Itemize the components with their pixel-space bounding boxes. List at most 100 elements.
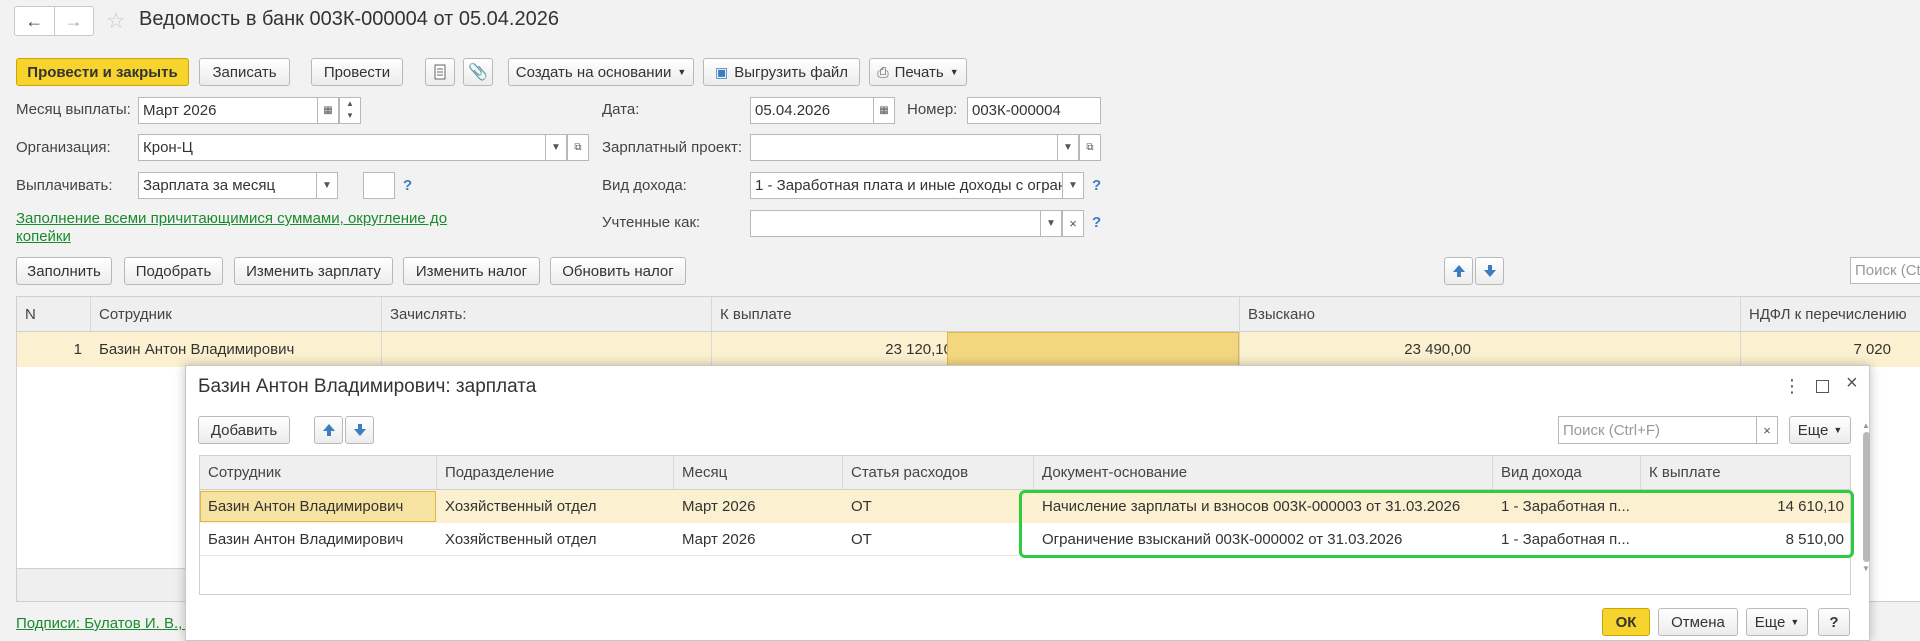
chevron-down-icon: ▼ [1790,617,1800,627]
attachment-icon[interactable]: 📎 [463,58,493,86]
salary-project-field[interactable] [750,134,1058,161]
star-icon[interactable]: ☆ [106,8,126,34]
export-icon: ▣ [714,63,729,80]
help-icon[interactable]: ? [1092,214,1101,231]
help-icon[interactable]: ? [403,177,412,194]
dialog-scrollbar[interactable]: ▲ ▼ [1861,421,1871,591]
close-icon[interactable]: × [1846,372,1858,395]
row-to-pay: 23 120,10 [885,341,952,358]
row-credit [382,332,711,367]
open-icon[interactable]: ⧉ [567,134,589,161]
date-field[interactable]: 05.04.2026 [750,97,874,124]
number-field[interactable]: 003К-000004 [967,97,1101,124]
export-file-button[interactable]: ▣ Выгрузить файл [703,58,860,86]
fill-button[interactable]: Заполнить [16,257,112,285]
cancel-button[interactable]: Отмена [1658,608,1738,636]
clear-icon[interactable]: × [1756,416,1778,444]
window-title: Ведомость в банк 003К-000004 от 05.04.20… [139,8,559,30]
number-label: Номер: [907,101,958,118]
post-button[interactable]: Провести [311,58,403,86]
pay-field[interactable]: Зарплата за месяц [138,172,318,199]
chevron-down-icon[interactable]: ▼ [1057,134,1079,161]
dialog-title: Базин Антон Владимирович: зарплата [198,376,537,397]
dialog-search-input[interactable]: Поиск (Ctrl+F) [1558,416,1757,444]
export-file-label: Выгрузить файл [734,63,849,81]
nav-back-forward: ← → [14,6,94,36]
move-down-icon[interactable] [345,416,374,444]
dialog-more-bottom-button[interactable]: Еще ▼ [1746,608,1808,636]
pay-label: Выплачивать: [16,177,113,194]
col-header-income-type[interactable]: Вид дохода [1493,456,1640,489]
change-salary-button[interactable]: Изменить зарплату [234,257,393,285]
back-arrow-icon[interactable]: ← [15,7,55,35]
dialog-search-placeholder: Поиск (Ctrl+F) [1563,421,1660,439]
organization-label: Организация: [16,139,111,156]
row-month: Март 2026 [682,530,756,548]
dialog-more-button[interactable]: Еще ▼ [1789,416,1851,444]
col-header-to-pay[interactable]: К выплате [712,297,1239,331]
col-header-expense[interactable]: Статья расходов [843,456,1033,489]
clear-icon[interactable]: × [1062,210,1084,237]
selected-cell[interactable] [947,332,1239,367]
col-header-ndfl[interactable]: НДФЛ к перечислению [1741,297,1920,331]
update-tax-button[interactable]: Обновить налог [550,257,686,285]
main-table-header: N Сотрудник Зачислять: К выплате Взыскан… [17,297,1920,332]
month-stepper[interactable]: ▲ ▼ [339,97,361,124]
accounted-as-field[interactable] [750,210,1043,237]
col-header-amount[interactable]: К выплате [1641,456,1852,489]
report-icon[interactable] [425,58,455,86]
salary-project-label: Зарплатный проект: [602,139,743,156]
row-department: Хозяйственный отдел [445,530,597,548]
organization-field[interactable]: Крон-Ц [138,134,547,161]
income-type-field[interactable]: 1 - Заработная плата и иные доходы с огр… [750,172,1063,199]
ok-button[interactable]: ОК [1602,608,1650,636]
signatures-link[interactable]: Подписи: Булатов И. В., ... [16,615,199,632]
table-row[interactable]: 1 Базин Антон Владимирович 23 120,10 23 … [17,332,1920,367]
change-tax-button[interactable]: Изменить налог [403,257,540,285]
maximize-icon[interactable] [1816,380,1829,393]
post-and-close-button[interactable]: Провести и закрыть [16,58,189,86]
col-header-employee[interactable]: Сотрудник [91,297,381,331]
col-header-month[interactable]: Месяц [674,456,842,489]
move-down-icon[interactable] [1475,257,1504,285]
dialog-more-label: Еще [1797,421,1829,439]
pay-extra-field[interactable] [363,172,395,199]
scroll-up-icon[interactable]: ▲ [1861,421,1871,430]
create-based-on-button[interactable]: Создать на основании ▼ [508,58,694,86]
row-expense: ОТ [851,498,872,515]
add-button[interactable]: Добавить [198,416,290,444]
col-header-collected[interactable]: Взыскано [1240,297,1740,331]
scroll-thumb[interactable] [1862,432,1870,562]
forward-arrow-icon[interactable]: → [55,7,94,35]
save-button[interactable]: Записать [199,58,290,86]
scroll-down-icon[interactable]: ▼ [1861,564,1871,573]
col-header-employee[interactable]: Сотрудник [200,456,436,489]
calendar-icon[interactable]: ▦ [317,97,339,124]
select-button[interactable]: Подобрать [124,257,223,285]
open-icon[interactable]: ⧉ [1079,134,1101,161]
main-search-input[interactable]: Поиск (Ctrl+F) [1850,257,1920,284]
chevron-down-icon[interactable]: ▼ [545,134,567,161]
col-header-credit[interactable]: Зачислять: [382,297,711,331]
move-up-icon[interactable] [1444,257,1473,285]
month-label: Месяц выплаты: [16,101,131,118]
col-header-department[interactable]: Подразделение [437,456,673,489]
chevron-down-icon[interactable]: ▼ [1062,172,1084,199]
col-header-n[interactable]: N [17,297,90,331]
move-up-icon[interactable] [314,416,343,444]
chevron-down-icon: ▼ [949,67,959,77]
chevron-down-icon[interactable]: ▼ [316,172,338,199]
help-button[interactable]: ? [1818,608,1850,636]
print-button[interactable]: ⎙ Печать ▼ [869,58,967,86]
more-vertical-icon[interactable]: ⋮ [1783,376,1801,397]
month-field[interactable]: Март 2026 [138,97,318,124]
calendar-icon[interactable]: ▦ [873,97,895,124]
help-icon[interactable]: ? [1092,177,1101,194]
date-label: Дата: [602,101,640,118]
row-employee: Базин Антон Владимирович [99,341,295,358]
col-header-document[interactable]: Документ-основание [1034,456,1492,489]
row-month: Март 2026 [682,498,756,515]
fill-mode-link[interactable]: Заполнение всеми причитающимися суммами,… [16,210,456,246]
dialog-more-bottom-label: Еще [1754,613,1786,631]
chevron-down-icon[interactable]: ▼ [1040,210,1062,237]
